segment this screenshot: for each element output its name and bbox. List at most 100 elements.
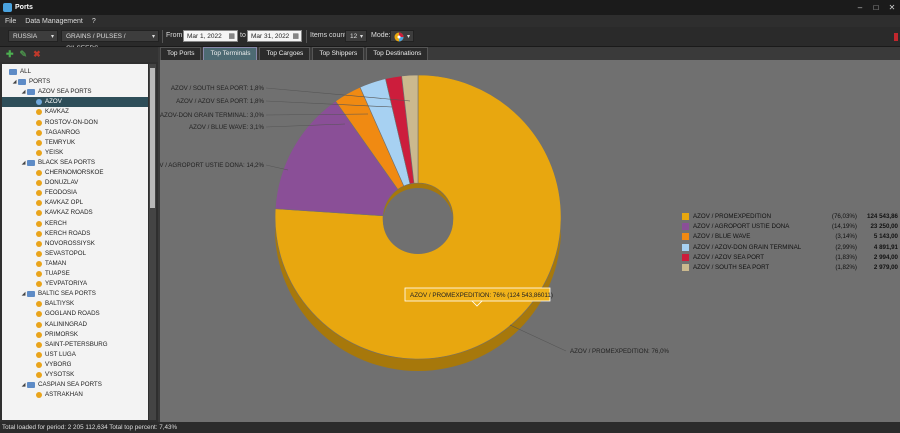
tree-port-node[interactable]: KERCH ROADS	[2, 229, 148, 239]
tree-group-node[interactable]: ALL	[2, 67, 148, 77]
to-date-picker[interactable]: Mar 31, 2022 ▦	[247, 30, 302, 42]
port-icon	[36, 190, 42, 197]
close-button[interactable]: ✕	[884, 0, 900, 15]
tree-port-node[interactable]: YEISK	[2, 148, 148, 158]
tree-port-node[interactable]: ASTRAKHAN	[2, 390, 148, 400]
legend-item[interactable]: AZOV / BLUE WAVE (3,14%) 5 143,00	[682, 232, 898, 242]
scrollbar-thumb[interactable]	[150, 68, 155, 208]
tab-top-ports[interactable]: Top Ports	[160, 47, 202, 61]
country-dropdown[interactable]: RUSSIA ▾	[8, 30, 58, 42]
legend-item[interactable]: AZOV / AGROPORT USTIE DONA (14,19%) 23 250…	[682, 221, 898, 231]
tree-port-node[interactable]: TAGANROG	[2, 128, 148, 138]
tree-port-node[interactable]: VYBORG	[2, 360, 148, 370]
legend-item[interactable]: AZOV / AZOV-DON GRAIN TERMINAL (2,99%) 4 8…	[682, 242, 898, 252]
port-tree-panel: ✚ ✎ ✖ ALL ◢ PORTS ◢ AZOV SEA PORTS AZOV KAVKAZ…	[0, 47, 158, 422]
add-icon[interactable]: ✚	[6, 49, 14, 60]
tree-group-node[interactable]: ◢ AZOV SEA PORTS	[2, 87, 148, 97]
tree-port-node[interactable]: BALTIYSK	[2, 299, 148, 309]
tree-port-node[interactable]: TUAPSE	[2, 269, 148, 279]
from-label: From	[166, 32, 183, 39]
port-icon	[36, 119, 42, 126]
tab-top-destinations[interactable]: Top Destinations	[366, 47, 429, 61]
tree-port-node[interactable]: KALININGRAD	[2, 320, 148, 330]
tree-port-node[interactable]: KERCH	[2, 219, 148, 229]
tree-port-node[interactable]: PRIMORSK	[2, 330, 148, 340]
tree-port-node[interactable]: TEMRYUK	[2, 138, 148, 148]
port-icon	[36, 220, 42, 227]
tree-node-label: KAVKAZ	[45, 108, 69, 116]
slice-label: AZOV / SOUTH SEA PORT: 1,8%	[171, 85, 265, 92]
tree-port-node[interactable]: GOGLAND ROADS	[2, 309, 148, 319]
tree-port-node[interactable]: DONUZLAV	[2, 178, 148, 188]
legend-item[interactable]: AZOV / AZOV SEA PORT (1,83%) 2 994,00	[682, 252, 898, 262]
tree-port-node[interactable]: ROSTOV-ON-DON	[2, 118, 148, 128]
expand-toggle-icon[interactable]: ◢	[20, 158, 27, 168]
tree-node-label: CASPIAN SEA PORTS	[38, 381, 102, 389]
tree-group-node[interactable]: ◢ CASPIAN SEA PORTS	[2, 380, 148, 390]
tab-top-cargoes[interactable]: Top Cargoes	[259, 47, 311, 61]
tree-scrollbar[interactable]	[149, 64, 156, 420]
items-count-dropdown[interactable]: 12 ▾	[345, 30, 367, 42]
tree-port-node[interactable]: CHERNOMORSKOE	[2, 168, 148, 178]
cargo-dropdown[interactable]: GRAINS / PULSES / OILSEEDS▾	[61, 30, 159, 52]
legend-value: 5 143,00	[873, 233, 898, 241]
tree-group-node[interactable]: ◢ PORTS	[2, 77, 148, 87]
menu-data-management[interactable]: Data Management	[25, 18, 83, 25]
tree-node-label: BLACK SEA PORTS	[38, 158, 95, 166]
delete-icon[interactable]: ✖	[33, 49, 41, 60]
tree-port-node[interactable]: KAVKAZ OPL	[2, 198, 148, 208]
tree-node-label: AZOV SEA PORTS	[38, 88, 92, 96]
tree-port-node[interactable]: FEODOSIA	[2, 188, 148, 198]
tree-port-node[interactable]: YEVPATORIYA	[2, 279, 148, 289]
port-icon	[36, 351, 42, 358]
tree-node-label: KALININGRAD	[45, 320, 87, 328]
tree-group-node[interactable]: ◢ BALTIC SEA PORTS	[2, 289, 148, 299]
tree-group-node[interactable]: ◢ BLACK SEA PORTS	[2, 158, 148, 168]
legend-value: 4 891,91	[873, 243, 898, 251]
legend-item[interactable]: AZOV / SOUTH SEA PORT (1,82%) 2 979,00	[682, 262, 898, 272]
legend-swatch	[682, 212, 689, 220]
port-icon	[36, 250, 42, 257]
slice-label: AZOV-DON GRAIN TERMINAL: 3,0%	[160, 112, 264, 119]
mode-dropdown[interactable]: ▾	[390, 30, 414, 42]
maximize-button[interactable]: □	[868, 0, 884, 15]
legend-name: AZOV / AZOV-DON GRAIN TERMINAL	[693, 243, 802, 251]
toolbar-divider	[306, 30, 307, 43]
tree-port-node[interactable]: KAVKAZ	[2, 107, 148, 117]
from-date-value: Mar 1, 2022	[187, 33, 222, 40]
tab-top-shippers[interactable]: Top Shippers	[312, 47, 365, 61]
tree-port-node[interactable]: VYSOTSK	[2, 370, 148, 380]
tree-port-node[interactable]: TAMAN	[2, 259, 148, 269]
tree-node-label: SAINT-PETERSBURG	[45, 340, 108, 348]
from-date-picker[interactable]: Mar 1, 2022 ▦	[183, 30, 238, 42]
tree-port-node[interactable]: AZOV	[2, 97, 148, 108]
chart-area: AZOV / PROMEXPEDITION: 76,0% OV / AGROPOR…	[160, 60, 900, 422]
tree-port-node[interactable]: SEVASTOPOL	[2, 249, 148, 259]
expand-toggle-icon[interactable]: ◢	[20, 380, 27, 390]
expand-toggle-icon[interactable]: ◢	[20, 289, 27, 299]
menu-help[interactable]: ?	[92, 18, 96, 25]
calendar-icon[interactable]: ▦	[292, 31, 299, 43]
port-icon	[36, 301, 42, 308]
tree-port-node[interactable]: SAINT-PETERSBURG	[2, 340, 148, 350]
legend-item[interactable]: AZOV / PROMEXPEDITION (76,03%) 124 543,86	[682, 211, 898, 221]
tab-top-terminals[interactable]: Top Terminals	[203, 47, 258, 61]
port-icon	[36, 392, 42, 399]
expand-toggle-icon[interactable]: ◢	[20, 87, 27, 97]
minimize-button[interactable]: –	[852, 0, 868, 15]
edit-icon[interactable]: ✎	[20, 49, 28, 60]
expand-toggle-icon[interactable]: ◢	[11, 77, 18, 87]
calendar-icon[interactable]: ▦	[228, 31, 235, 43]
port-icon	[36, 210, 42, 217]
tree-port-node[interactable]: UST LUGA	[2, 350, 148, 360]
tree-node-label: BALTIC SEA PORTS	[38, 290, 96, 298]
legend-name: AZOV / BLUE WAVE	[693, 233, 751, 241]
tree-port-node[interactable]: NOVOROSSIYSK	[2, 239, 148, 249]
folder-icon	[18, 79, 26, 86]
slice-label: OV / AGROPORT USTIE DONA: 14,2%	[160, 162, 264, 169]
tree-node-label: FEODOSIA	[45, 189, 77, 197]
label-leader-line	[509, 324, 567, 352]
tree-port-node[interactable]: KAVKAZ ROADS	[2, 208, 148, 218]
chart-legend: AZOV / PROMEXPEDITION (76,03%) 124 543,86 A…	[682, 211, 898, 273]
menu-file[interactable]: File	[5, 18, 16, 25]
